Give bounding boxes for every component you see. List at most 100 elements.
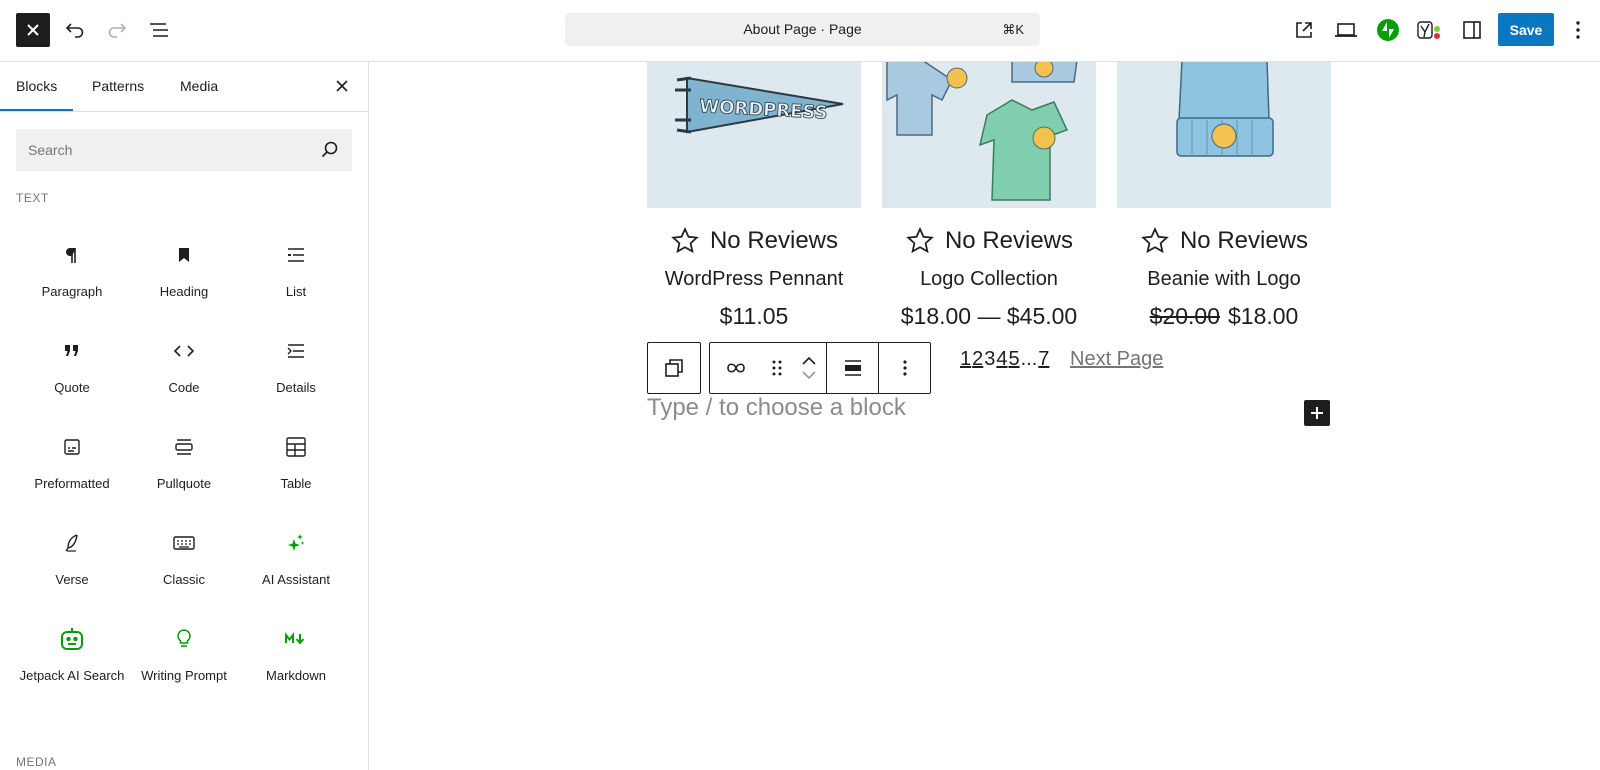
sidebar-icon bbox=[1463, 21, 1481, 39]
next-page-label: Next Page bbox=[1070, 348, 1164, 370]
close-inserter-button[interactable] bbox=[332, 76, 352, 96]
beanie-illustration bbox=[1176, 62, 1274, 157]
add-block-button[interactable] bbox=[1304, 400, 1330, 426]
block-label: Jetpack AI Search bbox=[19, 668, 125, 683]
search-icon bbox=[321, 141, 338, 158]
block-heading[interactable]: Heading bbox=[128, 240, 240, 299]
page-number-link[interactable]: 5 bbox=[1009, 348, 1020, 370]
preview-device-button[interactable] bbox=[1329, 13, 1363, 47]
price-range: $18.00 — $45.00 bbox=[900, 303, 1078, 329]
star-outline-icon bbox=[671, 227, 699, 254]
drag-handle[interactable] bbox=[762, 343, 792, 393]
sale-price: $18.00 bbox=[1228, 303, 1299, 329]
copy-block-icon bbox=[665, 359, 683, 377]
document-overview-button[interactable] bbox=[142, 13, 176, 47]
shirts-illustration bbox=[886, 62, 1078, 201]
details-icon bbox=[287, 344, 304, 358]
block-label: Classic bbox=[163, 572, 205, 587]
block-label: Pullquote bbox=[156, 476, 212, 491]
tab-blocks[interactable]: Blocks bbox=[0, 78, 74, 111]
page-number-link[interactable]: 1 bbox=[960, 348, 971, 370]
block-search bbox=[16, 129, 352, 171]
block-options-button[interactable] bbox=[878, 343, 930, 393]
pagination-ellipsis: ... bbox=[1020, 348, 1038, 370]
block-code[interactable]: Code bbox=[128, 336, 240, 395]
preformatted-icon bbox=[64, 439, 80, 455]
settings-sidebar-toggle[interactable] bbox=[1455, 13, 1489, 47]
product-price: $18.00 — $45.00 bbox=[882, 303, 1096, 330]
shortcut-hint: ⌘K bbox=[1002, 22, 1024, 37]
block-pullquote[interactable]: Pullquote bbox=[128, 432, 240, 491]
alignment-button[interactable] bbox=[826, 343, 878, 393]
product-image-logo-collection[interactable] bbox=[882, 62, 1096, 208]
page-number-link[interactable]: 2 bbox=[972, 348, 983, 370]
block-verse[interactable]: Verse bbox=[16, 528, 128, 587]
block-preformatted[interactable]: Preformatted bbox=[16, 432, 128, 491]
save-button[interactable]: Save bbox=[1498, 13, 1554, 46]
editor-canvas: WORDPRESS No Reviews WordPress Pennant $… bbox=[370, 62, 1600, 770]
jetpack-icon bbox=[1377, 19, 1399, 41]
block-details[interactable]: Details bbox=[240, 336, 352, 395]
current-price: $11.05 bbox=[719, 303, 789, 329]
pennant-illustration: WORDPRESS bbox=[675, 76, 844, 134]
rating-row: No Reviews bbox=[1117, 226, 1331, 256]
product-image-pennant[interactable]: WORDPRESS bbox=[647, 62, 861, 208]
product-image-beanie[interactable] bbox=[1117, 62, 1331, 208]
block-quote[interactable]: Quote bbox=[16, 336, 128, 395]
block-ai-assistant[interactable]: AI Assistant bbox=[240, 528, 352, 587]
product-card[interactable]: WORDPRESS No Reviews WordPress Pennant $… bbox=[647, 62, 861, 330]
list-icon bbox=[288, 248, 304, 262]
page-number-link[interactable]: 7 bbox=[1038, 348, 1049, 370]
category-heading-text: TEXT bbox=[16, 191, 49, 205]
pullquote-icon bbox=[175, 439, 193, 455]
block-label: Quote bbox=[54, 380, 90, 395]
block-jetpack-ai-search[interactable]: Jetpack AI Search bbox=[16, 624, 128, 683]
lightbulb-icon bbox=[177, 629, 191, 647]
product-card[interactable]: No Reviews Logo Collection $18.00 — $45.… bbox=[882, 62, 1096, 330]
view-page-button[interactable] bbox=[1287, 13, 1321, 47]
keyboard-icon bbox=[173, 536, 195, 550]
review-count: No Reviews bbox=[709, 227, 839, 254]
product-title[interactable]: WordPress Pennant bbox=[647, 268, 861, 291]
parent-block-selector bbox=[647, 342, 701, 394]
product-title[interactable]: Logo Collection bbox=[882, 268, 1096, 291]
page-number-current: 3 bbox=[984, 348, 996, 370]
block-type-button[interactable] bbox=[710, 343, 762, 393]
block-markdown[interactable]: Markdown bbox=[240, 624, 352, 683]
undo-button[interactable] bbox=[58, 13, 92, 47]
block-table[interactable]: Table bbox=[240, 432, 352, 491]
redo-icon bbox=[108, 23, 127, 38]
product-title[interactable]: Beanie with Logo bbox=[1117, 268, 1331, 291]
block-placeholder[interactable]: Type / to choose a block bbox=[647, 394, 906, 422]
chevron-down-icon[interactable] bbox=[802, 371, 816, 379]
tab-media[interactable]: Media bbox=[180, 78, 218, 94]
chevron-up-icon[interactable] bbox=[802, 357, 816, 365]
block-list[interactable]: List bbox=[240, 240, 352, 299]
block-label: Paragraph bbox=[41, 284, 103, 299]
document-title: About Page · Page bbox=[743, 21, 862, 37]
block-writing-prompt[interactable]: Writing Prompt bbox=[128, 624, 240, 683]
command-palette-button[interactable]: About Page · Page ⌘K bbox=[565, 13, 1040, 46]
page-number-link[interactable]: 4 bbox=[996, 348, 1007, 370]
next-page-link[interactable]: Next Page bbox=[1070, 348, 1163, 371]
yoast-seo-button[interactable] bbox=[1413, 13, 1447, 47]
product-card[interactable]: No Reviews Beanie with Logo $20.00 $18.00 bbox=[1117, 62, 1331, 330]
block-toolbar bbox=[647, 342, 931, 394]
select-parent-button[interactable] bbox=[648, 343, 700, 393]
jetpack-button[interactable] bbox=[1371, 13, 1405, 47]
rating-row: No Reviews bbox=[647, 226, 861, 256]
align-justify-icon bbox=[844, 360, 861, 376]
options-menu-button[interactable] bbox=[1563, 13, 1593, 47]
plus-icon bbox=[1311, 407, 1323, 419]
block-label: Table bbox=[280, 476, 312, 491]
search-input[interactable] bbox=[16, 129, 306, 171]
tab-patterns[interactable]: Patterns bbox=[92, 78, 144, 94]
redo-button[interactable] bbox=[100, 13, 134, 47]
undo-icon bbox=[65, 23, 84, 38]
table-icon bbox=[286, 437, 306, 457]
more-vertical-icon bbox=[902, 360, 907, 376]
pagination-numbers: 12345...7 bbox=[960, 348, 1050, 371]
block-paragraph[interactable]: Paragraph bbox=[16, 240, 128, 299]
close-editor-button[interactable] bbox=[16, 13, 50, 47]
block-classic[interactable]: Classic bbox=[128, 528, 240, 587]
